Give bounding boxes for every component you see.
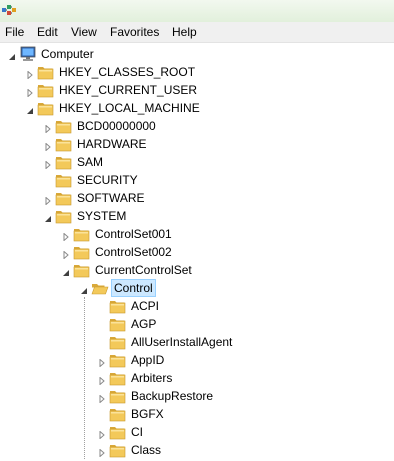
expand-arrow-icon[interactable] [62,230,70,242]
tree-item-controlset001[interactable]: ControlSet001 [62,225,394,243]
tree-item-hkey-classes-root[interactable]: HKEY_CLASSES_ROOT [26,63,394,81]
tree-item-label: AppID [131,353,165,367]
tree-item-hardware[interactable]: HARDWARE [44,135,394,153]
tree-item-appid[interactable]: AppID [98,351,394,369]
tree-item-label: BackupRestore [131,389,214,403]
tree-item-security[interactable]: SECURITY [44,171,394,189]
expand-arrow-icon[interactable] [44,194,52,206]
tree-item-label: Control [111,279,156,297]
tree-item-label: SECURITY [77,173,138,187]
tree-item-alluserinstallagent[interactable]: AllUserInstallAgent [98,333,394,351]
folder-icon [109,316,127,332]
tree-item-controlset002[interactable]: ControlSet002 [62,243,394,261]
folder-icon [55,172,73,188]
folder-icon [109,406,127,422]
registry-editor-icon [2,5,16,15]
folder-icon [55,190,73,206]
tree-item-label: ControlSet002 [95,245,172,259]
folder-icon [109,298,127,314]
folder-icon [109,388,127,404]
tree-item-hkey-local-machine[interactable]: HKEY_LOCAL_MACHINE [26,99,394,117]
tree-item-label: SOFTWARE [77,191,145,205]
expand-arrow-icon[interactable] [98,428,106,440]
computer-icon [19,46,37,62]
tree-item-label: AllUserInstallAgent [131,335,233,349]
tree-item-label: AGP [131,317,157,331]
tree-item-agp[interactable]: AGP [98,315,394,333]
folder-icon [109,442,127,458]
collapse-arrow-icon[interactable] [8,50,16,60]
tree-item-label: BCD00000000 [77,119,156,133]
tree-item-label: ControlSet001 [95,227,172,241]
expand-arrow-icon[interactable] [98,356,106,368]
expand-arrow-icon[interactable] [44,140,52,152]
tree-item-label: ACPI [131,299,160,313]
tree-item-label: Computer [41,47,94,61]
tree-item-label: Class [131,443,162,457]
collapse-arrow-icon[interactable] [80,284,88,294]
tree-item-currentcontrolset[interactable]: CurrentControlSet [62,261,394,279]
expand-arrow-icon[interactable] [44,158,52,170]
tree-item-label: Arbiters [131,371,173,385]
tree-item-label: HKEY_LOCAL_MACHINE [59,101,200,115]
tree-item-label: CurrentControlSet [95,263,192,277]
collapse-arrow-icon[interactable] [62,266,70,276]
folder-icon [55,136,73,152]
tree-item-control[interactable]: Control [80,279,394,297]
folder-icon [55,118,73,134]
menu-bar: File Edit View Favorites Help [0,22,394,43]
tree-item-label: BGFX [131,407,164,421]
menu-edit[interactable]: Edit [37,25,58,39]
title-bar [0,0,394,22]
folder-icon [73,262,91,278]
tree-item-arbiters[interactable]: Arbiters [98,369,394,387]
tree-item-backuprestore[interactable]: BackupRestore [98,387,394,405]
tree-item-label: CI [131,425,143,439]
menu-help[interactable]: Help [172,25,197,39]
folder-open-icon [91,280,109,296]
menu-view[interactable]: View [71,25,97,39]
tree-item-bcd00000000[interactable]: BCD00000000 [44,117,394,135]
folder-icon [109,352,127,368]
collapse-arrow-icon[interactable] [26,104,34,114]
tree-item-sam[interactable]: SAM [44,153,394,171]
tree-item-label: HKEY_CURRENT_USER [59,83,198,97]
tree-item-ci[interactable]: CI [98,423,394,441]
expand-arrow-icon[interactable] [98,392,106,404]
expand-arrow-icon[interactable] [26,86,34,98]
folder-icon [109,370,127,386]
menu-favorites[interactable]: Favorites [110,25,159,39]
tree-item-acpi[interactable]: ACPI [98,297,394,315]
folder-icon [37,64,55,80]
expand-arrow-icon[interactable] [44,122,52,134]
tree-item-class[interactable]: Class [98,441,394,459]
folder-icon [109,424,127,440]
registry-tree: Computer HKEY_CLASSES_ROOT HKEY_CURRENT_US… [0,43,394,459]
tree-item-bgfx[interactable]: BGFX [98,405,394,423]
folder-icon [55,208,73,224]
folder-icon [55,154,73,170]
expand-arrow-icon[interactable] [62,248,70,260]
tree-item-label: HARDWARE [77,137,147,151]
tree-item-computer[interactable]: Computer [8,45,394,63]
folder-icon [109,334,127,350]
expand-arrow-icon[interactable] [98,374,106,386]
collapse-arrow-icon[interactable] [44,212,52,222]
menu-file[interactable]: File [5,25,24,39]
tree-item-label: SYSTEM [77,209,127,223]
tree-item-software[interactable]: SOFTWARE [44,189,394,207]
tree-item-hkey-current-user[interactable]: HKEY_CURRENT_USER [26,81,394,99]
folder-icon [73,244,91,260]
tree-guide-line [84,297,85,459]
expand-arrow-icon[interactable] [26,68,34,80]
tree-item-system[interactable]: SYSTEM [44,207,394,225]
folder-icon [73,226,91,242]
folder-icon [37,82,55,98]
tree-item-label: HKEY_CLASSES_ROOT [59,65,196,79]
tree-item-label: SAM [77,155,104,169]
folder-icon [37,100,55,116]
